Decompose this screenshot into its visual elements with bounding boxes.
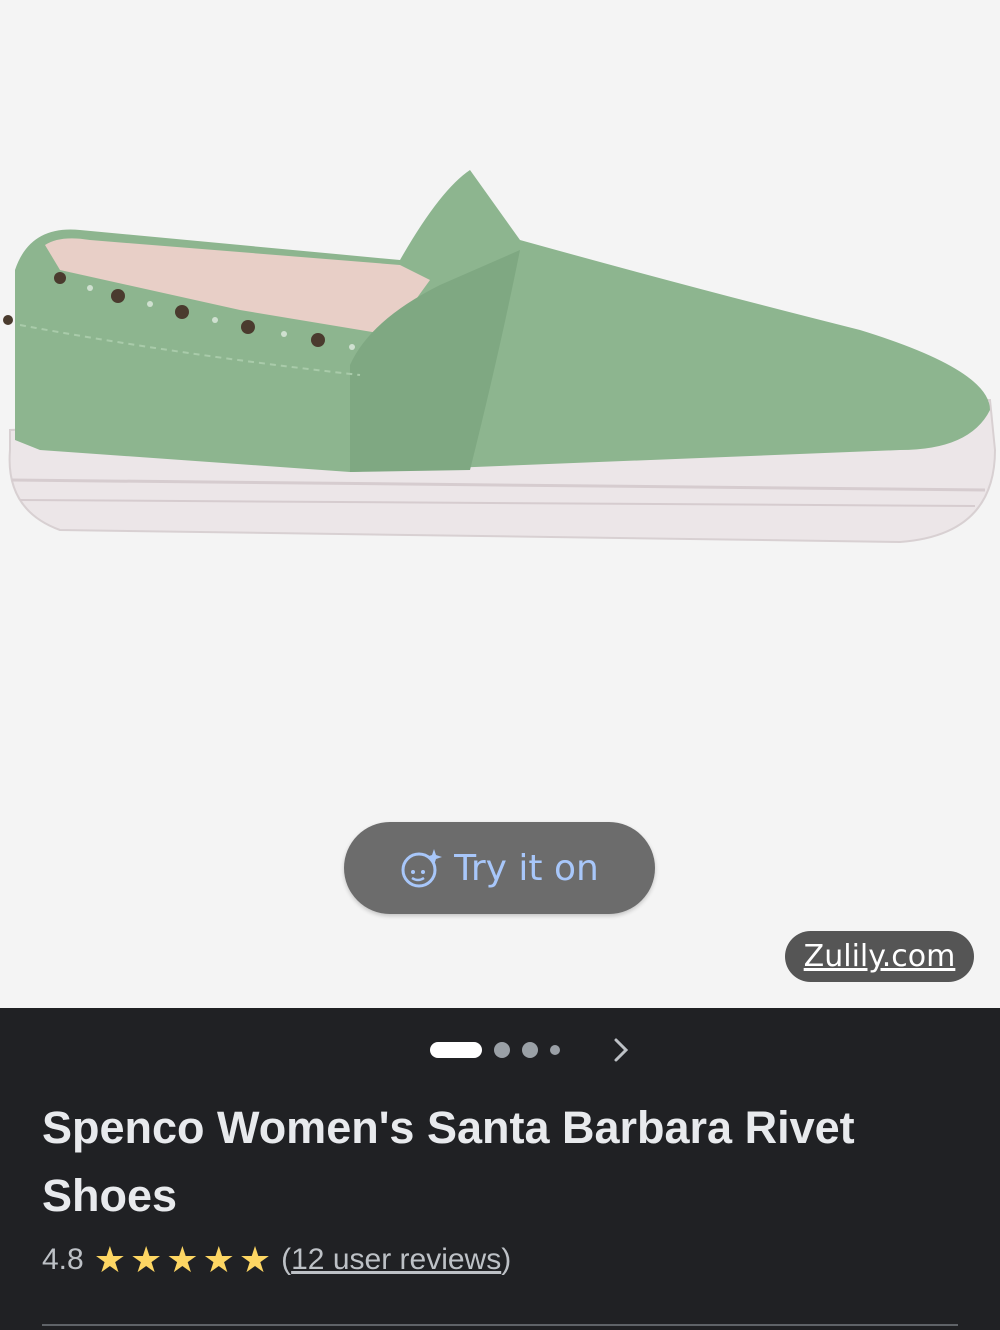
shoe-photo [3,170,997,544]
carousel-next-button[interactable] [606,1034,636,1066]
carousel-dot[interactable] [494,1042,510,1058]
star-icon: ★ [202,1239,235,1280]
try-it-on-button[interactable]: Try it on [344,822,655,914]
rating-row: 4.8 ★ ★ ★ ★ ★ (12 user reviews) [42,1238,511,1282]
source-label: Zulily.com [803,939,956,974]
star-icon: ★ [130,1239,163,1280]
star-icon: ★ [166,1239,199,1280]
product-image[interactable]: Try it on Zulily.com [0,0,1000,1008]
divider [42,1324,958,1326]
rating-value: 4.8 [42,1243,84,1276]
reviews-count: 12 user reviews [291,1243,502,1276]
reviews-paren-close: ) [501,1243,512,1276]
carousel-dot[interactable] [550,1045,560,1055]
try-it-on-label: Try it on [454,847,599,889]
star-icon: ★ [93,1239,126,1280]
reviews-link[interactable]: (12 user reviews) [281,1243,511,1277]
product-title: Spenco Women's Santa Barbara Rivet Shoes [42,1102,855,1221]
chevron-right-icon [614,1038,629,1062]
carousel-dot[interactable] [522,1042,538,1058]
face-sparkle-icon [400,847,443,889]
carousel-dot-active[interactable] [430,1042,482,1058]
carousel-pager [430,1034,560,1066]
source-link[interactable]: Zulily.com [785,931,974,982]
star-rating: ★ ★ ★ ★ ★ [94,1242,271,1278]
reviews-paren-open: ( [281,1243,292,1276]
star-icon: ★ [238,1239,272,1280]
